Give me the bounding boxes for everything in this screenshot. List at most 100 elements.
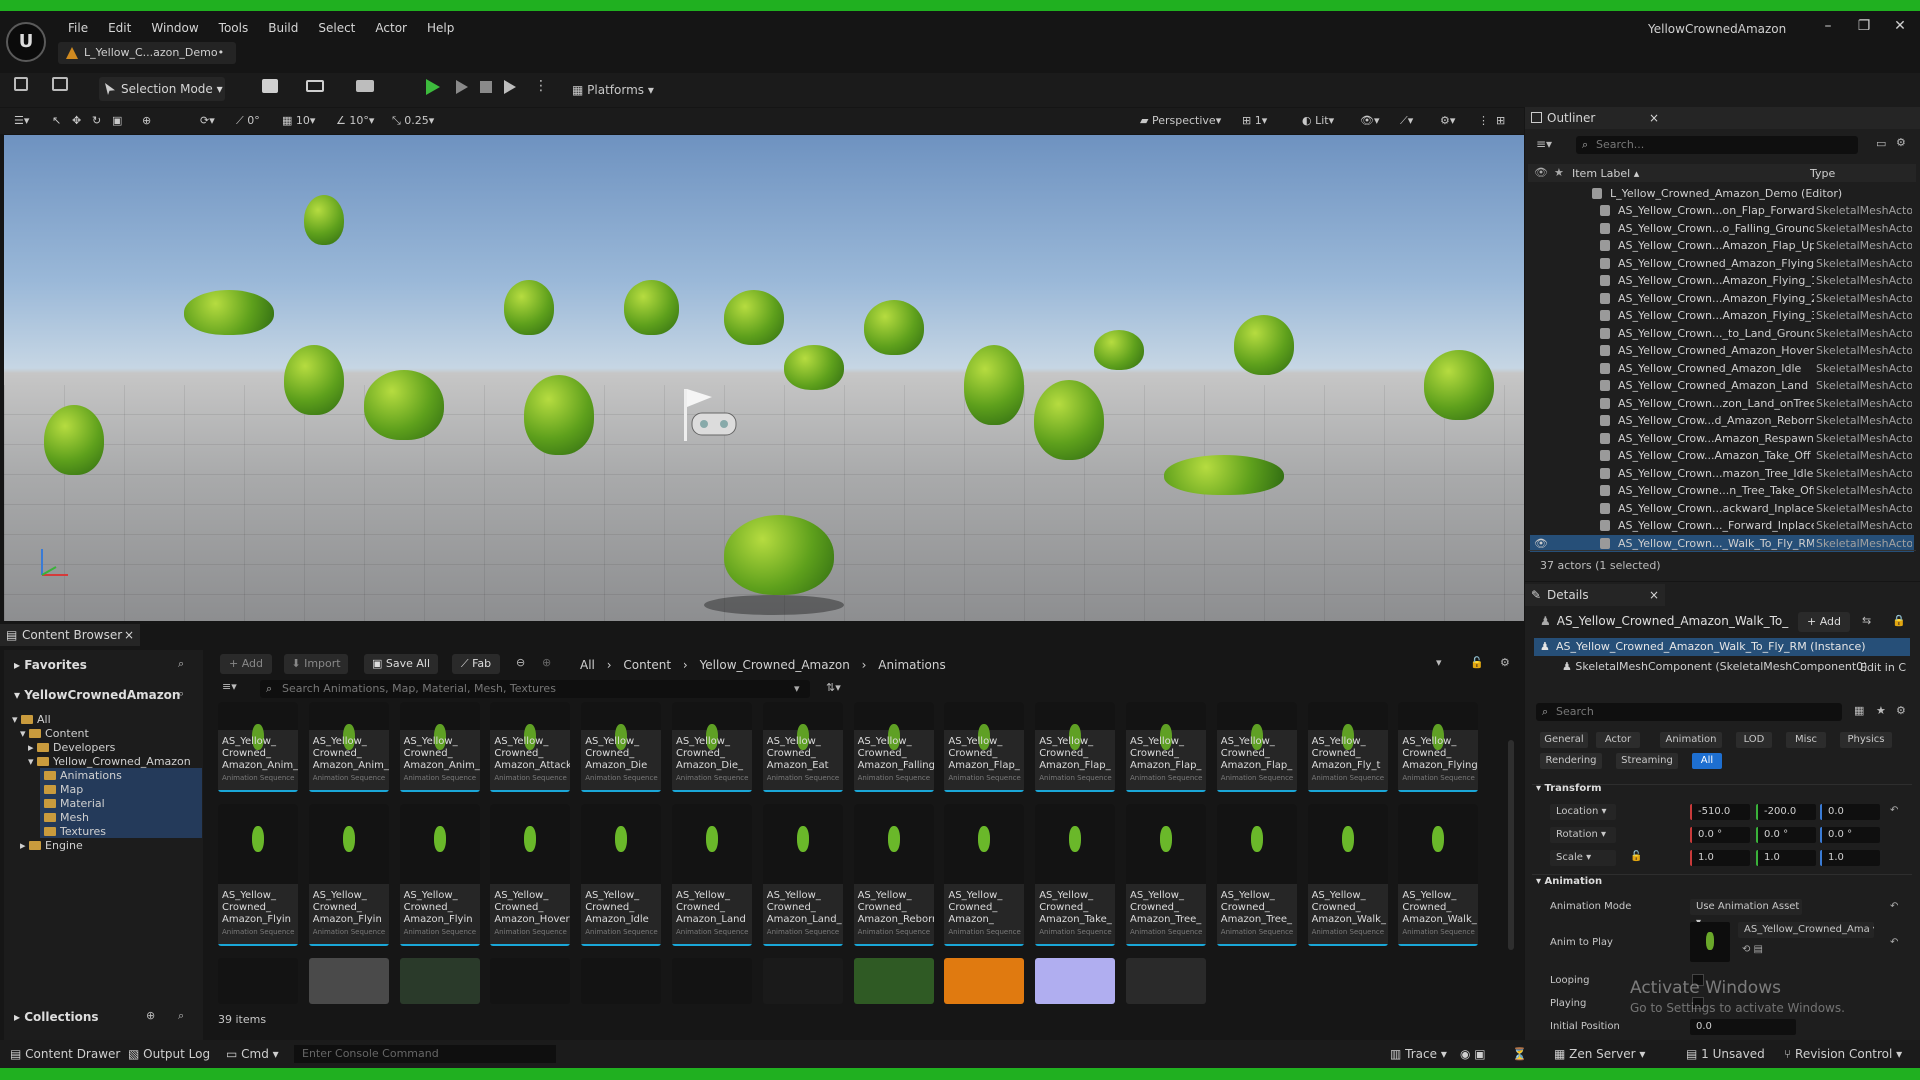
parrot-actor[interactable]	[1094, 330, 1144, 370]
asset-tile[interactable]	[399, 958, 480, 1004]
parrot-actor[interactable]	[524, 375, 594, 455]
outliner-row[interactable]: AS_Yellow_Crown...Amazon_Flying_3 Skeleta…	[1530, 307, 1914, 324]
type-column[interactable]: Type	[1810, 167, 1835, 180]
details-search-input[interactable]: ⌕ Search	[1536, 703, 1842, 721]
favorites-search-icon[interactable]: ⌕	[178, 657, 184, 671]
stop-icon[interactable]	[480, 81, 492, 93]
location-y-field[interactable]: -200.0	[1756, 804, 1816, 820]
category-lod[interactable]: LOD	[1736, 732, 1772, 748]
asset-tile[interactable]: AS_Yellow_ Crowned_ Amazon_Attack Animati…	[490, 702, 571, 792]
breadcrumb-history-icon[interactable]: ▾	[1436, 656, 1442, 669]
asset-scrollbar[interactable]	[1508, 740, 1514, 950]
outliner-row[interactable]: AS_Yellow_Crown..._to_Land_Ground Skeleta…	[1530, 325, 1914, 342]
asset-tile[interactable]	[1126, 958, 1206, 1004]
tree-textures[interactable]: Textures	[44, 825, 106, 839]
asset-tile[interactable]: AS_Yellow_ Crowned_ Amazon_Anim_ Animatio…	[399, 702, 480, 792]
asset-tile[interactable]: AS_Yellow_ Crowned_ Amazon_Flap_ Animatio…	[1216, 702, 1297, 792]
asset-search-input[interactable]: ⌕ Search Animations, Map, Material, Mesh…	[260, 680, 810, 698]
add-component-button[interactable]: + Add	[1798, 612, 1850, 632]
category-misc[interactable]: Misc	[1786, 732, 1826, 748]
breadcrumb-all[interactable]: All	[580, 658, 595, 672]
outliner-row[interactable]: AS_Yellow_Crown...mazon_Tree_Idle Skeleta…	[1530, 465, 1914, 482]
cb-settings-icon[interactable]: ⚙	[1500, 656, 1510, 669]
advance-frame-icon[interactable]	[456, 80, 468, 94]
asset-tile[interactable]: AS_Yellow_ Crowned_ Amazon_Anim_ Animatio…	[218, 702, 298, 792]
scale-z-field[interactable]: 1.0	[1820, 850, 1880, 866]
outliner-row[interactable]: AS_Yellow_Crown...Amazon_Flying_1 Skeleta…	[1530, 272, 1914, 289]
asset-tile[interactable]: AS_Yellow_ Crowned_ Amazon_Walk_ Animatio…	[1398, 804, 1479, 946]
collections-search-icon[interactable]: ⌕	[178, 1009, 184, 1023]
parrot-actor[interactable]	[1234, 315, 1294, 375]
menu-actor[interactable]: Actor	[365, 19, 417, 37]
asset-tile[interactable]: AS_Yellow_ Crowned_ Amazon_Eat Animation …	[762, 702, 843, 792]
viewport-options-icon[interactable]: ⋮	[1478, 110, 1489, 132]
selection-mode-dropdown[interactable]: Selection Mode ▾	[99, 77, 225, 101]
scale-mode-dropdown[interactable]: Scale ▾	[1550, 850, 1616, 866]
parrot-actor[interactable]	[184, 290, 274, 335]
parrot-actor[interactable]	[624, 280, 679, 335]
filter-icon[interactable]: ≡▾	[1536, 137, 1552, 151]
menu-help[interactable]: Help	[417, 19, 464, 37]
initial-position-field[interactable]: 0.0	[1690, 1019, 1796, 1035]
view-mode-dropdown[interactable]: ◐ Lit▾	[1302, 110, 1334, 132]
favorites-section[interactable]: ▸ Favorites	[14, 658, 87, 672]
tree-mesh[interactable]: Mesh	[44, 811, 89, 825]
category-rendering[interactable]: Rendering	[1540, 753, 1602, 769]
restore-button[interactable]: ❐	[1852, 18, 1876, 34]
derived-data-icon[interactable]: ⏳	[1512, 1045, 1527, 1063]
asset-tile[interactable]	[490, 958, 571, 1004]
scale-tool-icon[interactable]: ▣	[112, 110, 122, 132]
asset-tile[interactable]	[581, 958, 662, 1004]
settings-icon[interactable]: ⚙▾	[1440, 110, 1455, 132]
asset-tile[interactable]	[672, 958, 752, 1004]
perspective-dropdown[interactable]: ▰ Perspective▾	[1140, 110, 1221, 132]
surface-snap-icon[interactable]: ⟳▾	[200, 110, 215, 132]
asset-tile[interactable]: AS_Yellow_ Crowned_ Amazon_Tree_ Animatio…	[1216, 804, 1297, 946]
angle-snap-toggle[interactable]: ∠ 10°▾	[336, 110, 374, 132]
save-icon[interactable]	[14, 77, 28, 91]
rotation-y-field[interactable]: 0.0 °	[1756, 827, 1816, 843]
category-streaming[interactable]: Streaming	[1616, 753, 1678, 769]
asset-tile[interactable]	[944, 958, 1025, 1004]
rotation-x-field[interactable]: 0.0 °	[1690, 827, 1750, 843]
menu-edit[interactable]: Edit	[98, 19, 141, 37]
select-tool-icon[interactable]: ↖	[52, 110, 61, 132]
unsaved-button[interactable]: ▤ 1 Unsaved	[1686, 1045, 1765, 1063]
asset-tile[interactable]	[308, 958, 389, 1004]
asset-tile[interactable]: AS_Yellow_ Crowned_ Amazon_Flyin Animatio…	[308, 804, 389, 946]
outliner-row[interactable]: AS_Yellow_Crowned_Amazon_Flying SkeletalM…	[1530, 255, 1914, 272]
anim-to-play-dropdown[interactable]: AS_Yellow_Crowned_Ama ▾	[1738, 922, 1874, 938]
menu-tools[interactable]: Tools	[209, 19, 259, 37]
search-dropdown-icon[interactable]: ▾	[794, 680, 800, 698]
outliner-row[interactable]: AS_Yellow_Crow...Amazon_Respawn SkeletalM…	[1530, 430, 1914, 447]
parrot-actor[interactable]	[504, 280, 554, 335]
parrot-actor[interactable]	[724, 515, 834, 595]
asset-tile[interactable]	[1035, 958, 1116, 1004]
favorites-icon[interactable]: ★	[1876, 704, 1886, 717]
parrot-actor[interactable]	[864, 300, 924, 355]
location-x-field[interactable]: -510.0	[1690, 804, 1750, 820]
forward-icon[interactable]: ⊕	[542, 656, 551, 669]
more-options-icon[interactable]: ⋮	[534, 78, 548, 94]
outliner-row[interactable]: AS_Yellow_Crow...Amazon_Take_Off Skeletal…	[1530, 447, 1914, 464]
save-all-button[interactable]: ▣ Save All	[364, 654, 438, 674]
visibility-icon[interactable]: 👁	[1534, 535, 1548, 552]
tree-developers[interactable]: ▸ Developers	[28, 741, 115, 755]
output-log-button[interactable]: ▧ Output Log	[128, 1045, 210, 1063]
asset-tile[interactable]: AS_Yellow_ Crowned_ Amazon_Flying Animati…	[1398, 702, 1479, 792]
content-icon[interactable]	[52, 77, 68, 91]
launch-icon[interactable]	[504, 80, 516, 94]
visibility-column-icon[interactable]: 👁	[1534, 166, 1548, 179]
viewport-menu-icon[interactable]: ☰▾	[14, 110, 29, 132]
fab-button[interactable]: ⟋ Fab	[452, 654, 500, 674]
rotation-mode-dropdown[interactable]: Rotation ▾	[1550, 827, 1616, 843]
project-section[interactable]: ▾ YellowCrownedAmazon	[14, 688, 180, 702]
outliner-row[interactable]: AS_Yellow_Crown...on_Flap_Forward Skeleta…	[1530, 202, 1914, 219]
table-view-icon[interactable]: ▦	[1854, 704, 1864, 717]
browse-asset-icon[interactable]: ⟲ ▤	[1742, 944, 1763, 955]
asset-tile[interactable]: AS_Yellow_ Crowned_ Amazon_Flap_ Animatio…	[1035, 702, 1116, 792]
add-folder-icon[interactable]: ▭	[1876, 137, 1886, 150]
add-collection-icon[interactable]: ⊕	[146, 1009, 155, 1022]
outliner-row[interactable]: 👁 AS_Yellow_Crown..._Walk_To_Fly_RM Skelet…	[1530, 534, 1914, 552]
world-space-icon[interactable]: ⊕	[142, 110, 151, 132]
